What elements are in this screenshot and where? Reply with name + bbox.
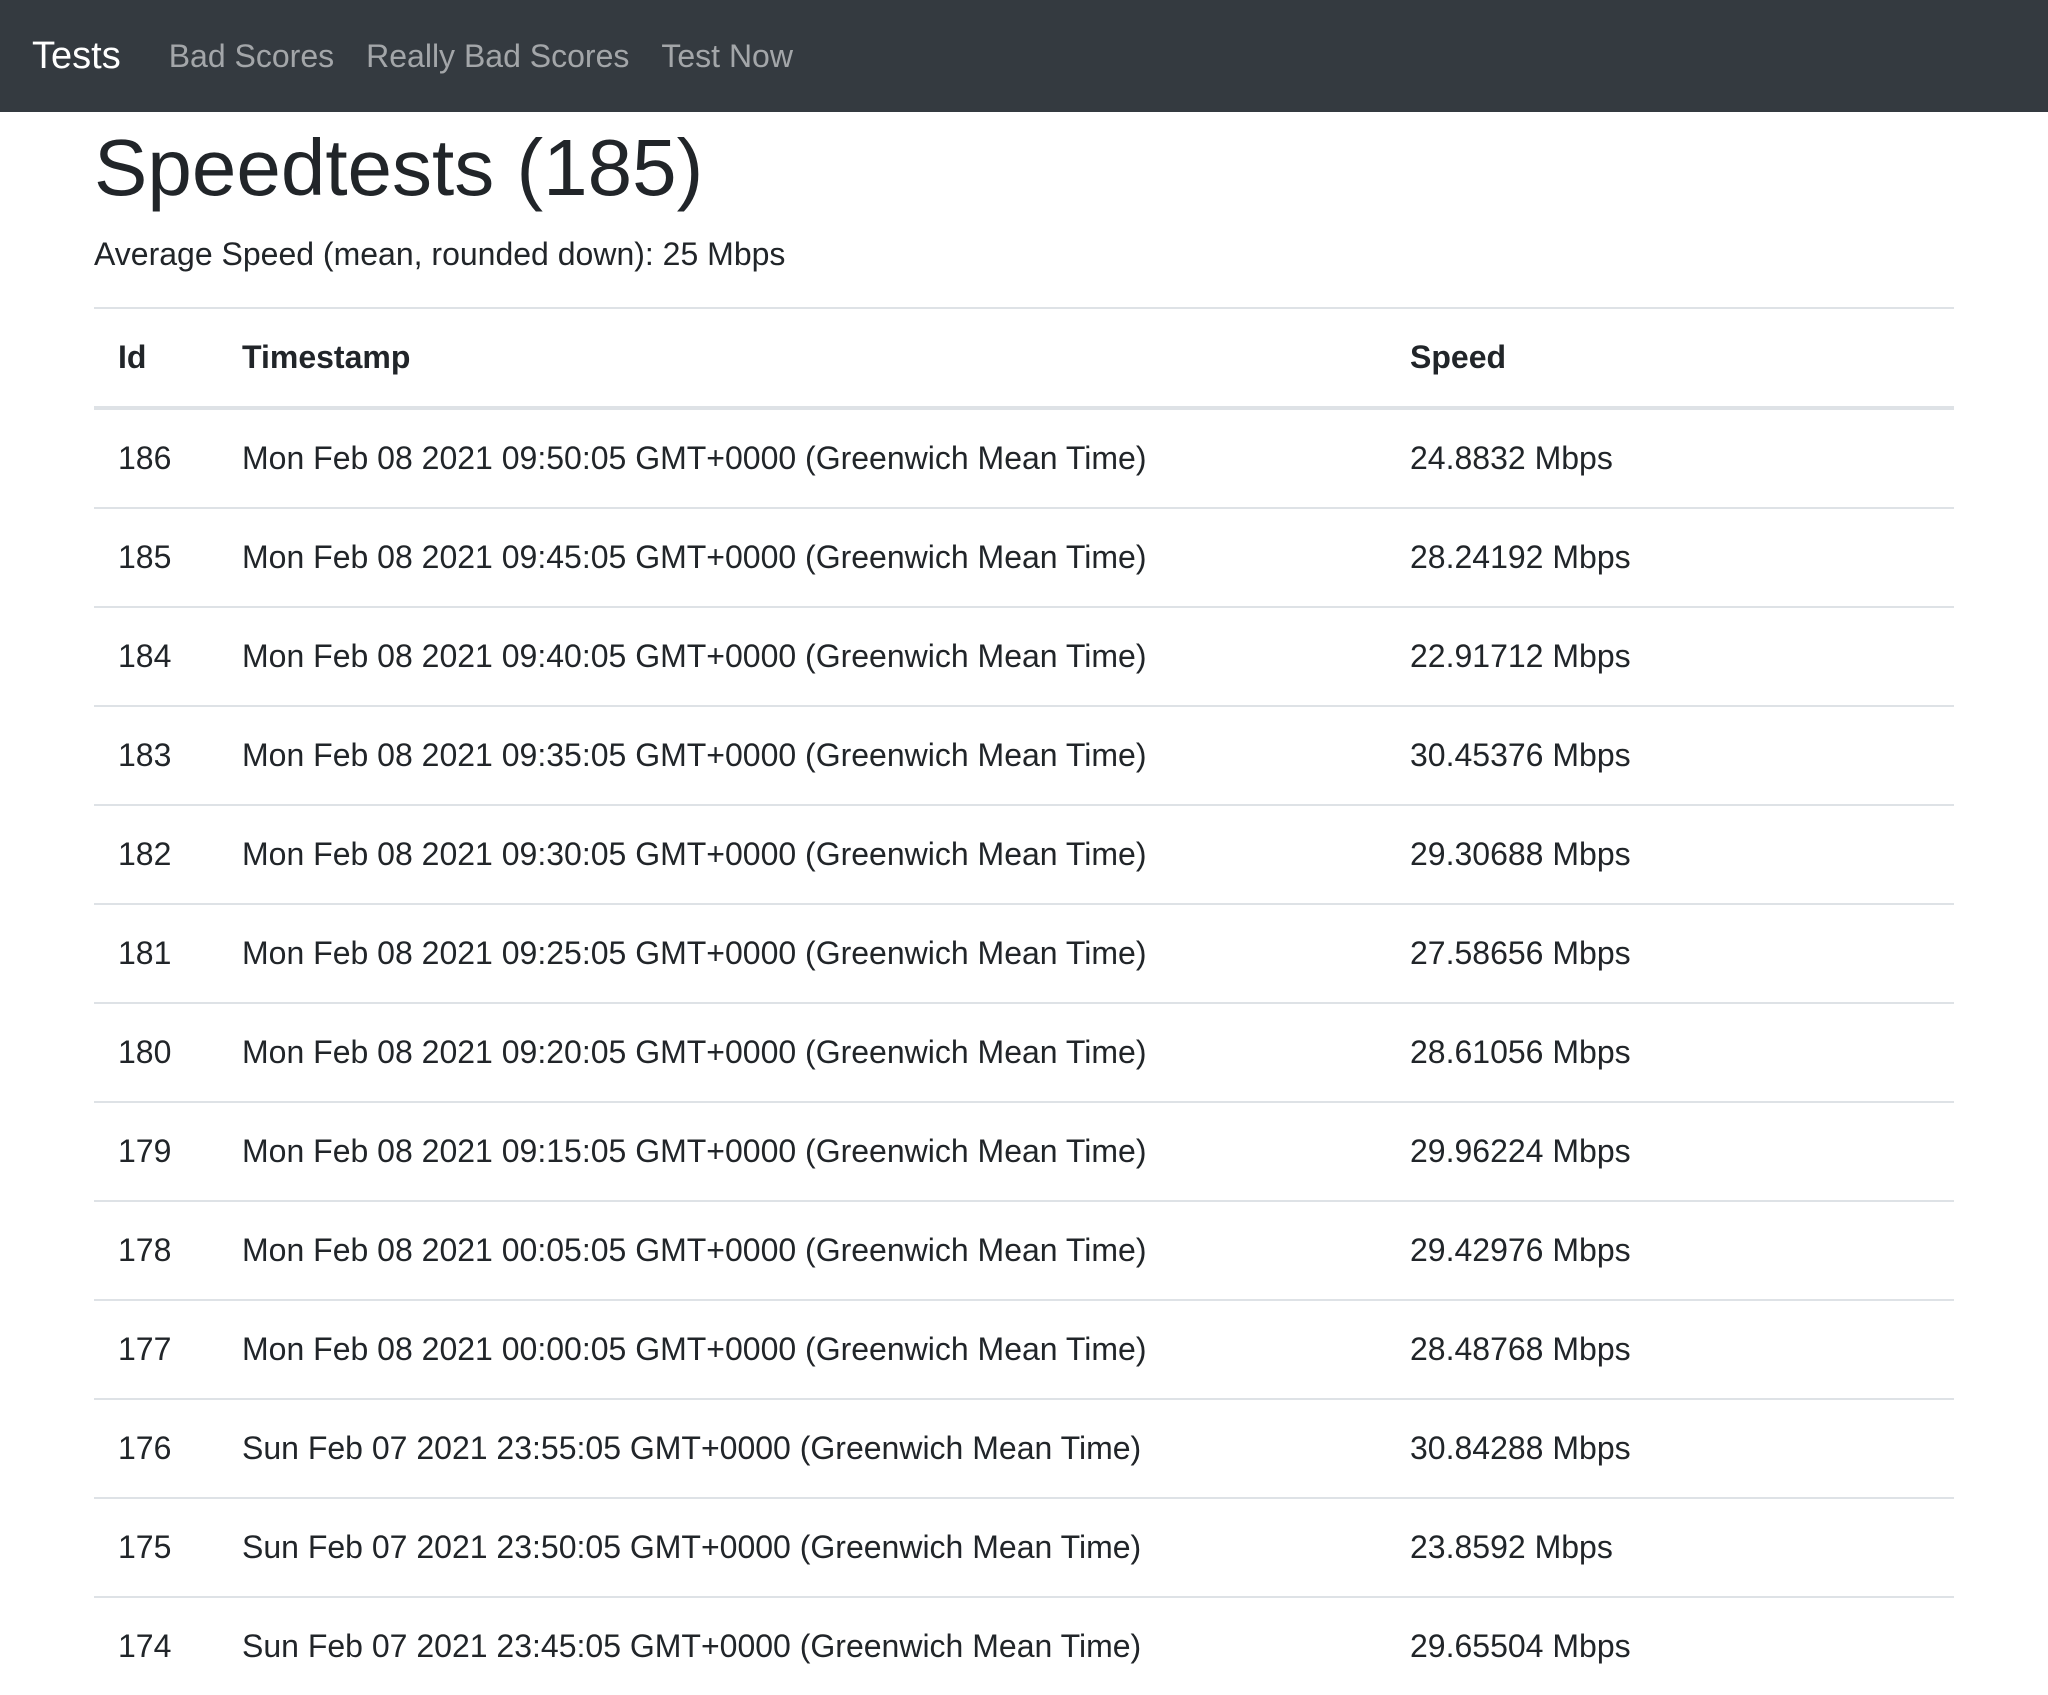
nav-link-really-bad-scores[interactable]: Really Bad Scores bbox=[366, 38, 629, 75]
cell-id: 184 bbox=[94, 606, 218, 706]
cell-speed: 30.45376 Mbps bbox=[1386, 705, 1954, 805]
cell-timestamp: Sun Feb 07 2021 23:45:05 GMT+0000 (Green… bbox=[218, 1596, 1386, 1695]
cell-speed: 29.30688 Mbps bbox=[1386, 804, 1954, 904]
table-row: 185 Mon Feb 08 2021 09:45:05 GMT+0000 (Gr… bbox=[94, 507, 1954, 607]
table-row: 181 Mon Feb 08 2021 09:25:05 GMT+0000 (Gr… bbox=[94, 903, 1954, 1003]
cell-timestamp: Mon Feb 08 2021 09:45:05 GMT+0000 (Green… bbox=[218, 507, 1386, 607]
cell-id: 176 bbox=[94, 1398, 218, 1498]
cell-id: 179 bbox=[94, 1101, 218, 1201]
nav-link-bad-scores[interactable]: Bad Scores bbox=[169, 38, 334, 75]
navbar: Tests Bad Scores Really Bad Scores Test … bbox=[0, 0, 2048, 112]
table-row: 178 Mon Feb 08 2021 00:05:05 GMT+0000 (Gr… bbox=[94, 1200, 1954, 1300]
cell-id: 180 bbox=[94, 1002, 218, 1102]
cell-timestamp: Mon Feb 08 2021 09:50:05 GMT+0000 (Green… bbox=[218, 407, 1386, 508]
brand-link[interactable]: Tests bbox=[32, 35, 121, 78]
cell-speed: 24.8832 Mbps bbox=[1386, 407, 1954, 508]
cell-timestamp: Mon Feb 08 2021 09:20:05 GMT+0000 (Green… bbox=[218, 1002, 1386, 1102]
cell-timestamp: Mon Feb 08 2021 09:40:05 GMT+0000 (Green… bbox=[218, 606, 1386, 706]
cell-id: 174 bbox=[94, 1596, 218, 1695]
table-row: 182 Mon Feb 08 2021 09:30:05 GMT+0000 (Gr… bbox=[94, 804, 1954, 904]
cell-timestamp: Mon Feb 08 2021 09:35:05 GMT+0000 (Green… bbox=[218, 705, 1386, 805]
table-row: 175 Sun Feb 07 2021 23:50:05 GMT+0000 (Gr… bbox=[94, 1497, 1954, 1597]
cell-id: 182 bbox=[94, 804, 218, 904]
cell-id: 183 bbox=[94, 705, 218, 805]
cell-timestamp: Mon Feb 08 2021 00:00:05 GMT+0000 (Green… bbox=[218, 1299, 1386, 1399]
average-speed: Average Speed (mean, rounded down): 25 M… bbox=[94, 236, 786, 272]
cell-id: 181 bbox=[94, 903, 218, 1003]
cell-timestamp: Mon Feb 08 2021 09:30:05 GMT+0000 (Green… bbox=[218, 804, 1386, 904]
table-row: 186 Mon Feb 08 2021 09:50:05 GMT+0000 (Gr… bbox=[94, 407, 1954, 508]
cell-timestamp: Mon Feb 08 2021 09:25:05 GMT+0000 (Green… bbox=[218, 903, 1386, 1003]
cell-speed: 22.91712 Mbps bbox=[1386, 606, 1954, 706]
cell-timestamp: Mon Feb 08 2021 09:15:05 GMT+0000 (Green… bbox=[218, 1101, 1386, 1201]
table-row: 176 Sun Feb 07 2021 23:55:05 GMT+0000 (Gr… bbox=[94, 1398, 1954, 1498]
table-body: 186 Mon Feb 08 2021 09:50:05 GMT+0000 (Gr… bbox=[94, 407, 1954, 1695]
cell-speed: 28.48768 Mbps bbox=[1386, 1299, 1954, 1399]
cell-speed: 29.42976 Mbps bbox=[1386, 1200, 1954, 1300]
cell-id: 178 bbox=[94, 1200, 218, 1300]
header-timestamp: Timestamp bbox=[218, 307, 1386, 410]
table-row: 183 Mon Feb 08 2021 09:35:05 GMT+0000 (Gr… bbox=[94, 705, 1954, 805]
table-row: 177 Mon Feb 08 2021 00:00:05 GMT+0000 (Gr… bbox=[94, 1299, 1954, 1399]
table-row: 184 Mon Feb 08 2021 09:40:05 GMT+0000 (Gr… bbox=[94, 606, 1954, 706]
cell-speed: 30.84288 Mbps bbox=[1386, 1398, 1954, 1498]
header-id: Id bbox=[94, 307, 218, 410]
cell-speed: 23.8592 Mbps bbox=[1386, 1497, 1954, 1597]
cell-timestamp: Sun Feb 07 2021 23:55:05 GMT+0000 (Green… bbox=[218, 1398, 1386, 1498]
cell-speed: 27.58656 Mbps bbox=[1386, 903, 1954, 1003]
nav-link-test-now[interactable]: Test Now bbox=[661, 38, 793, 75]
cell-id: 185 bbox=[94, 507, 218, 607]
cell-id: 175 bbox=[94, 1497, 218, 1597]
main-content: Speedtests (185) Average Speed (mean, ro… bbox=[94, 112, 1954, 1695]
cell-speed: 28.24192 Mbps bbox=[1386, 507, 1954, 607]
cell-timestamp: Mon Feb 08 2021 00:05:05 GMT+0000 (Green… bbox=[218, 1200, 1386, 1300]
cell-speed: 28.61056 Mbps bbox=[1386, 1002, 1954, 1102]
table-header: Id Timestamp Speed bbox=[94, 307, 1954, 410]
page-title: Speedtests (185) bbox=[94, 123, 704, 212]
header-speed: Speed bbox=[1386, 307, 1954, 410]
table-row: 179 Mon Feb 08 2021 09:15:05 GMT+0000 (Gr… bbox=[94, 1101, 1954, 1201]
header-row: Id Timestamp Speed bbox=[94, 307, 1954, 410]
cell-speed: 29.96224 Mbps bbox=[1386, 1101, 1954, 1201]
cell-id: 177 bbox=[94, 1299, 218, 1399]
speedtests-table: Id Timestamp Speed 186 Mon Feb 08 2021 09… bbox=[94, 307, 1954, 1695]
cell-timestamp: Sun Feb 07 2021 23:50:05 GMT+0000 (Green… bbox=[218, 1497, 1386, 1597]
table-row: 174 Sun Feb 07 2021 23:45:05 GMT+0000 (Gr… bbox=[94, 1596, 1954, 1695]
cell-id: 186 bbox=[94, 407, 218, 508]
table-row: 180 Mon Feb 08 2021 09:20:05 GMT+0000 (Gr… bbox=[94, 1002, 1954, 1102]
cell-speed: 29.65504 Mbps bbox=[1386, 1596, 1954, 1695]
